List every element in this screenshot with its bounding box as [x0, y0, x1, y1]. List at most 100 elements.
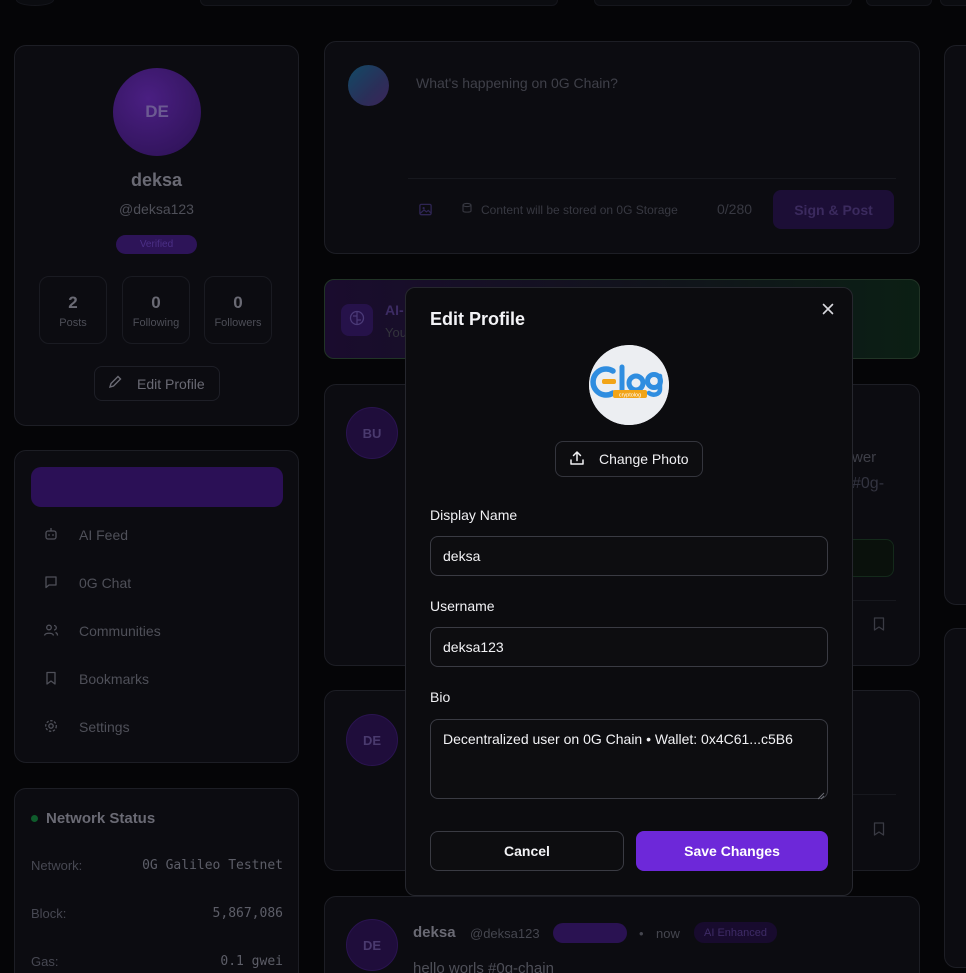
bot-icon — [43, 526, 59, 545]
post-avatar-initials: DE — [362, 732, 382, 748]
stat-followers-label: Followers — [214, 317, 262, 329]
ai-enhanced-badge: AI Enhanced — [694, 922, 777, 943]
topbar-wallet-ghost — [594, 0, 852, 6]
topbar-button-ghost-2 — [940, 0, 966, 6]
profile-avatar: DE — [113, 68, 201, 156]
stat-followers-value: 0 — [233, 293, 243, 312]
username-field[interactable]: deksa123 — [430, 627, 828, 667]
network-status-title: Network Status — [31, 810, 155, 827]
nav-item-ai-feed[interactable]: AI Feed — [43, 524, 128, 546]
composer-divider — [408, 178, 896, 179]
composer-avatar — [348, 65, 389, 106]
nav-item-label: Communities — [79, 623, 161, 639]
change-photo-label: Change Photo — [599, 451, 689, 467]
ai-banner-subtitle: You — [385, 325, 407, 340]
post-body: hello worls #0g-chain — [413, 960, 554, 973]
edit-profile-button[interactable]: Edit Profile — [94, 366, 220, 401]
nav-item-0g-chat[interactable]: 0G Chat — [43, 572, 131, 594]
display-name-label: Display Name — [430, 507, 518, 523]
image-icon — [418, 202, 433, 220]
logo-subtext: cryptolog — [619, 393, 641, 399]
database-icon — [461, 202, 473, 217]
change-photo-button[interactable]: Change Photo — [555, 441, 703, 477]
profile-avatar-initials: DE — [145, 102, 169, 121]
topbar-button-ghost — [866, 0, 932, 6]
post-divider — [852, 600, 896, 601]
post-ai-box — [852, 539, 894, 577]
post-avatar-initials: BU — [362, 425, 382, 441]
post-avatar: BU — [346, 407, 398, 459]
clog-logo-icon: cryptolog — [589, 345, 669, 425]
storage-note-text: Content will be stored on 0G Storage — [481, 202, 678, 217]
nav-primary-button[interactable] — [31, 467, 283, 507]
right-panel-2 — [944, 628, 966, 968]
bookmark-icon[interactable] — [873, 822, 885, 836]
save-changes-button[interactable]: Save Changes — [636, 831, 828, 871]
post-time: now — [656, 926, 680, 941]
topbar-search-ghost — [200, 0, 558, 6]
chat-icon — [43, 574, 59, 593]
cancel-button[interactable]: Cancel — [430, 831, 624, 871]
nav-item-communities[interactable]: Communities — [43, 620, 161, 642]
stat-following-value: 0 — [151, 293, 161, 312]
stat-posts: 2 Posts — [39, 276, 107, 344]
network-row-key: Network: — [31, 858, 83, 873]
gas-row-value: 0.1 gwei — [220, 954, 283, 969]
network-row-value: 0G Galileo Testnet — [142, 858, 283, 873]
upload-icon — [569, 450, 585, 469]
nav-item-settings[interactable]: Settings — [43, 716, 130, 738]
brain-icon — [348, 309, 366, 332]
block-row-value: 5,867,086 — [212, 906, 283, 921]
char-count-text: 0/280 — [717, 201, 753, 217]
post-text-fragment: wer — [852, 449, 877, 466]
profile-handle: @deksa123 — [119, 201, 194, 217]
stat-followers[interactable]: 0 Followers — [204, 276, 272, 344]
post-hashtag-fragment[interactable]: #0g- — [852, 475, 884, 493]
post-avatar-initials: DE — [362, 937, 382, 953]
display-name-field[interactable]: deksa — [430, 536, 828, 576]
bookmark-icon — [43, 670, 59, 689]
composer-image-button[interactable] — [418, 202, 433, 220]
edit-profile-label: Edit Profile — [137, 375, 205, 392]
modal-title: Edit Profile — [430, 309, 526, 329]
char-count: 0/280 — [717, 201, 752, 217]
nav-item-label: AI Feed — [79, 527, 129, 543]
close-button[interactable] — [818, 301, 838, 321]
bookmark-icon[interactable] — [873, 617, 885, 631]
composer-input[interactable]: What's happening on 0G Chain? — [416, 75, 618, 91]
profile-name: deksa — [130, 170, 183, 190]
nav-item-label: Bookmarks — [79, 671, 150, 687]
username-label: Username — [430, 598, 495, 614]
ai-banner-icon — [341, 304, 373, 336]
resize-handle-icon[interactable] — [816, 787, 825, 805]
gas-row-key: Gas: — [31, 954, 59, 969]
pencil-icon — [107, 374, 123, 393]
profile-badge: Verified — [116, 235, 197, 254]
nav-item-label: Settings — [79, 719, 130, 735]
gear-icon — [43, 718, 59, 737]
right-panel — [944, 45, 966, 605]
bio-field[interactable]: Decentralized user on 0G Chain • Wallet:… — [430, 719, 828, 799]
ai-banner-title: AI- — [385, 302, 404, 318]
post-author-name[interactable]: deksa — [413, 924, 456, 941]
nav-item-bookmarks[interactable]: Bookmarks — [43, 668, 149, 690]
bio-label: Bio — [430, 689, 451, 705]
post-avatar: DE — [346, 919, 398, 971]
stat-following[interactable]: 0 Following — [122, 276, 190, 344]
users-icon — [43, 622, 59, 641]
profile-photo: cryptolog — [589, 345, 669, 425]
storage-note: Content will be stored on 0G Storage — [461, 202, 678, 217]
stat-posts-value: 2 — [68, 293, 78, 312]
stat-following-label: Following — [132, 317, 180, 329]
network-row: Network: 0G Galileo Testnet — [31, 858, 283, 873]
post-divider — [852, 794, 896, 795]
gas-row: Gas: 0.1 gwei — [31, 954, 283, 969]
block-row: Block: 5,867,086 — [31, 906, 283, 921]
topbar-logo-ghost — [16, 0, 54, 6]
post-avatar: DE — [346, 714, 398, 766]
post-author-handle: @deksa123 — [470, 926, 540, 941]
sign-and-post-button[interactable]: Sign & Post — [773, 190, 894, 229]
nav-item-label: 0G Chat — [79, 575, 132, 591]
block-row-key: Block: — [31, 906, 67, 921]
close-icon — [822, 302, 834, 320]
